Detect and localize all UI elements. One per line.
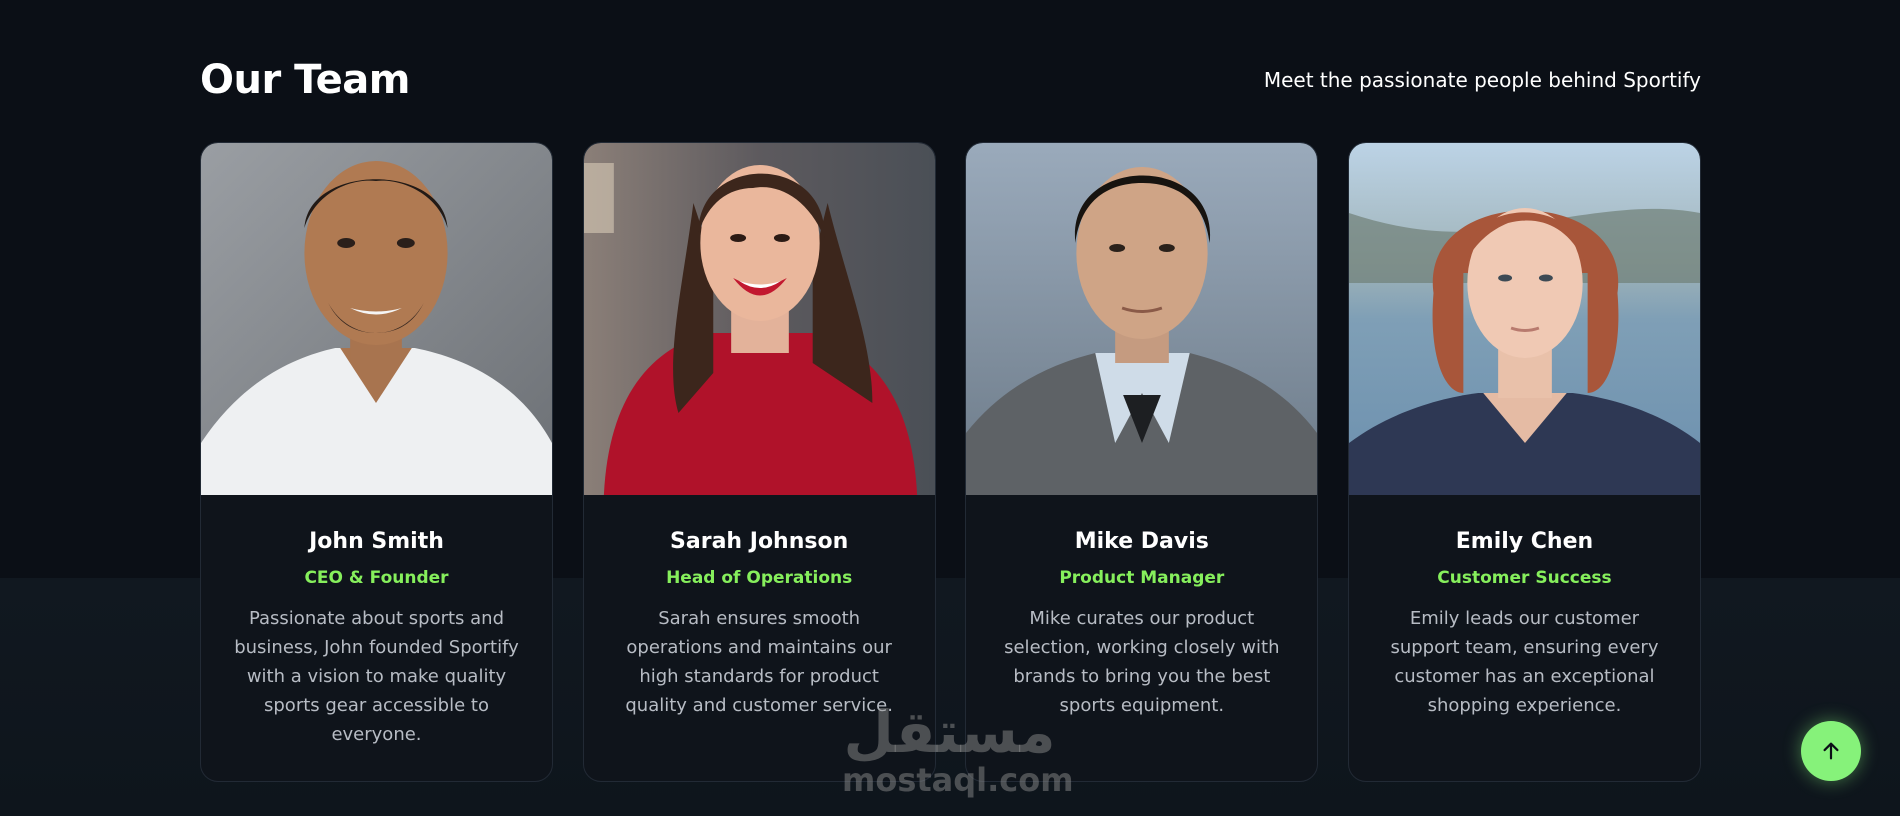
member-info: John Smith CEO & Founder Passionate abou…	[201, 495, 552, 781]
member-info: Emily Chen Customer Success Emily leads …	[1349, 495, 1700, 781]
member-bio: Passionate about sports and business, Jo…	[234, 608, 519, 745]
team-header: Our Team Meet the passionate people behi…	[200, 50, 1701, 110]
arrow-up-icon	[1823, 742, 1839, 760]
member-info: Mike Davis Product Manager Mike curates …	[966, 495, 1317, 781]
member-bio: Emily leads our customer support team, e…	[1390, 608, 1659, 716]
team-card: Sarah Johnson Head of Operations Sarah e…	[582, 142, 936, 782]
member-role: Product Manager	[1059, 568, 1225, 588]
member-role: Head of Operations	[666, 568, 853, 588]
team-card: Emily Chen Customer Success Emily leads …	[1347, 142, 1701, 782]
member-name: Sarah Johnson	[670, 529, 849, 554]
member-role: CEO & Founder	[304, 568, 449, 588]
member-photo	[583, 143, 935, 495]
member-bio: Mike curates our product selection, work…	[1004, 608, 1280, 716]
team-card: Mike Davis Product Manager Mike curates …	[965, 142, 1319, 782]
scroll-to-top-button[interactable]	[1801, 721, 1861, 781]
page-title: Our Team	[200, 57, 410, 103]
member-bio: Sarah ensures smooth operations and main…	[625, 608, 893, 716]
team-card: John Smith CEO & Founder Passionate abou…	[200, 142, 553, 782]
member-role: Customer Success	[1437, 568, 1612, 588]
member-name: Emily Chen	[1455, 529, 1594, 554]
team-grid: John Smith CEO & Founder Passionate abou…	[200, 142, 1701, 782]
member-name: John Smith	[309, 529, 444, 554]
member-name: Mike Davis	[1074, 529, 1209, 554]
member-photo	[201, 143, 552, 495]
page-subtitle: Meet the passionate people behind Sporti…	[1263, 68, 1701, 92]
member-photo	[966, 143, 1318, 495]
team-section: Our Team Meet the passionate people behi…	[200, 0, 1701, 816]
member-info: Sarah Johnson Head of Operations Sarah e…	[584, 495, 935, 781]
member-photo	[1348, 143, 1700, 495]
